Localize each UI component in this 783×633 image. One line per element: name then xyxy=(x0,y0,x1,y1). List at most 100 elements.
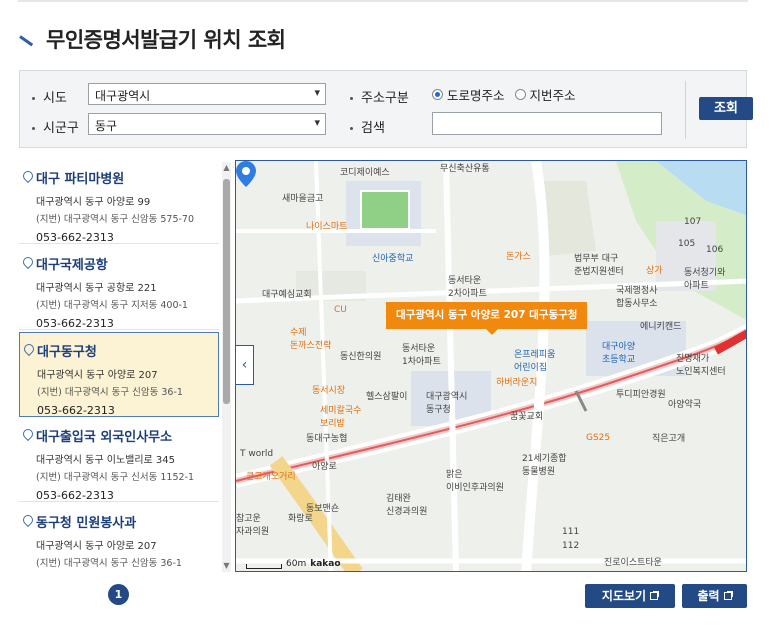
map-road-label: 아양로 xyxy=(312,462,337,472)
jibun-address-label[interactable]: 지번주소 xyxy=(530,85,576,104)
map-poi-label: 직은고개 xyxy=(652,434,686,444)
search-button[interactable]: 조회 xyxy=(699,97,753,120)
map-poi-label: 동서시장 xyxy=(312,386,346,396)
map-poi-label: 법무부 대구 준법지원센터 xyxy=(574,254,624,277)
map-poi-label: 나이스마트 xyxy=(306,222,348,232)
result-name: 대구국제공항 xyxy=(36,258,108,273)
location-pin-icon xyxy=(23,344,33,357)
location-pin-icon xyxy=(22,257,32,270)
map-poi-label: 참고운 자과의원 xyxy=(236,514,270,537)
map-poi-label: 대구아양 초등학교 xyxy=(602,342,636,365)
map-poi-label: 상가 xyxy=(646,266,663,276)
map-poi-label: 하버라운지 xyxy=(496,378,538,388)
title-accent-icon xyxy=(18,30,36,48)
collapse-list-button[interactable]: ‹ xyxy=(236,345,254,385)
result-name: 대구 파티마병원 xyxy=(36,172,125,187)
map-road-label: 화랑로 xyxy=(288,514,313,524)
scroll-up-arrow-icon[interactable]: ▲ xyxy=(222,163,231,173)
sigungu-select[interactable]: 동구 xyxy=(88,113,326,135)
map-poi-label: 동신한의원 xyxy=(340,352,382,362)
sigungu-label: 시군구 xyxy=(32,117,79,136)
addr-type-radio-group: 도로명주소 지번주소 xyxy=(432,85,576,104)
result-name: 대구동구청 xyxy=(37,345,97,360)
map-poi-label: 새마을금고 xyxy=(282,194,324,204)
map-marker-icon[interactable] xyxy=(236,161,256,187)
jibun-address-radio[interactable] xyxy=(514,89,526,100)
road-address-label[interactable]: 도로명주소 xyxy=(447,85,505,104)
map-poi-label: 세미칼국수 보리밥 xyxy=(320,406,362,429)
result-phone: 053-662-2313 xyxy=(37,404,115,417)
result-phone: 053-662-2313 xyxy=(36,231,114,244)
scroll-down-arrow-icon[interactable]: ▼ xyxy=(222,561,231,571)
external-link-icon xyxy=(650,591,660,600)
map-provider-logo: kakao xyxy=(310,559,341,569)
chevron-left-icon: ‹ xyxy=(241,357,248,373)
result-phone: 053-662-2313 xyxy=(36,489,114,502)
map-poi-label: 진명재가 노인복지센터 xyxy=(676,354,726,377)
result-name: 대구출입국 외국인사무소 xyxy=(36,430,173,445)
map-poi-label: 투디피안경원 xyxy=(616,390,666,400)
external-link-icon xyxy=(723,591,733,600)
map-poi-label: 김태완 신경과의원 xyxy=(386,494,428,517)
scale-bar xyxy=(246,564,282,569)
map-poi-label: 아양약국 xyxy=(668,400,702,410)
result-jibun-address: (지번) 대구광역시 동구 지저동 400-1 xyxy=(36,300,188,311)
result-jibun-address: (지번) 대구광역시 동구 신암동 36-1 xyxy=(36,558,182,569)
map-poi-label: 신아중학교 xyxy=(372,254,414,264)
result-item[interactable]: 대구 파티마병원 대구광역시 동구 아양로 99 (지번) 대구광역시 동구 신… xyxy=(19,160,219,244)
map-poi-label: 111 xyxy=(562,527,580,537)
road-address-radio[interactable] xyxy=(432,89,443,100)
page-header: 무인증명서발급기 위치 조회 xyxy=(18,22,286,56)
map-poi-label: 맑은 이비인후과의원 xyxy=(446,470,504,493)
map-poi-label: 코디제이예스 xyxy=(340,168,390,178)
result-phone: 053-662-2313 xyxy=(36,317,114,330)
result-list: 대구 파티마병원 대구광역시 동구 아양로 99 (지번) 대구광역시 동구 신… xyxy=(19,160,233,572)
result-road-address: 대구광역시 동구 아양로 207 xyxy=(36,541,157,552)
result-road-address: 대구광역시 동구 아양로 99 xyxy=(36,197,151,208)
map-poi-label: 21세기종합 동물병원 xyxy=(522,454,567,477)
result-name: 동구청 민원봉사과 xyxy=(36,516,137,531)
map-poi-label: 동대구농협 xyxy=(306,434,348,444)
top-divider xyxy=(18,0,748,2)
map-poi-label: GS25 xyxy=(586,433,611,443)
result-jibun-address: (지번) 대구광역시 동구 신서동 1152-1 xyxy=(36,472,195,483)
sido-label: 시도 xyxy=(32,87,67,106)
print-button[interactable]: 출력 xyxy=(682,584,747,608)
page-number-current[interactable]: 1 xyxy=(108,584,129,605)
keyword-label: 검색 xyxy=(350,117,385,136)
result-item-selected[interactable]: 대구동구청 대구광역시 동구 아양로 207 (지번) 대구광역시 동구 신암동… xyxy=(19,332,219,417)
map-poi-label: 대구예심교회 xyxy=(262,290,312,300)
map-poi-label: 국제행정사 합동사무소 xyxy=(616,286,658,309)
result-item[interactable]: 대구국제공항 대구광역시 동구 공항로 221 (지번) 대구광역시 동구 지저… xyxy=(19,246,219,330)
map-poi-label: 106 xyxy=(706,245,724,255)
result-item[interactable]: 대구출입국 외국인사무소 대구광역시 동구 이노밸리로 345 (지번) 대구광… xyxy=(19,418,219,502)
result-jibun-address: (지번) 대구광역시 동구 신암동 575-70 xyxy=(36,214,195,225)
keyword-input[interactable] xyxy=(432,112,662,135)
result-item[interactable]: 동구청 민원봉사과 대구광역시 동구 아양로 207 (지번) 대구광역시 동구… xyxy=(19,504,219,572)
result-road-address: 대구광역시 동구 아양로 207 xyxy=(37,370,158,381)
map-poi-label: 진로이스트타운 xyxy=(604,558,662,568)
list-scroll-thumb[interactable] xyxy=(223,179,230,404)
result-road-address: 대구광역시 동구 공항로 221 xyxy=(36,283,157,294)
map-poi-label: 동서청기와 아파트 xyxy=(684,268,726,291)
location-pin-icon xyxy=(22,515,32,528)
map-poi-label: 수제 돈까스전락 xyxy=(290,328,332,351)
map-location-callout: 대구광역시 동구 아양로 207 대구동구청 xyxy=(386,302,588,335)
map-poi-label: 112 xyxy=(562,541,580,551)
map-poi-label: 107 xyxy=(684,217,702,227)
map-poi-label: 온프레피움 어린이집 xyxy=(514,350,556,373)
map-poi-label: 동서타운 1차아파트 xyxy=(402,344,441,367)
map-poi-label: 큰고개오거리 xyxy=(246,472,296,482)
addr-type-label: 주소구분 xyxy=(350,87,409,106)
location-pin-icon xyxy=(22,429,32,442)
search-form: 시도 대구광역시 시군구 동구 주소구분 도로명주소 지번주소 검색 조회 xyxy=(19,70,753,148)
scale-label: 60m xyxy=(286,559,307,569)
sido-select[interactable]: 대구광역시 xyxy=(88,83,326,105)
result-road-address: 대구광역시 동구 이노밸리로 345 xyxy=(36,455,176,466)
page-title: 무인증명서발급기 위치 조회 xyxy=(46,28,286,52)
map-view[interactable]: 코디제이예스 무신축산유통 새마을금고 나이스마트 신아중학교 대구예심교회 돈… xyxy=(235,160,747,572)
map-poi-label: 무신축산유통 xyxy=(440,164,490,174)
search-divider xyxy=(685,81,686,139)
map-poi-label: 동서타운 2차아파트 xyxy=(448,276,487,299)
map-view-button[interactable]: 지도보기 xyxy=(585,584,675,608)
